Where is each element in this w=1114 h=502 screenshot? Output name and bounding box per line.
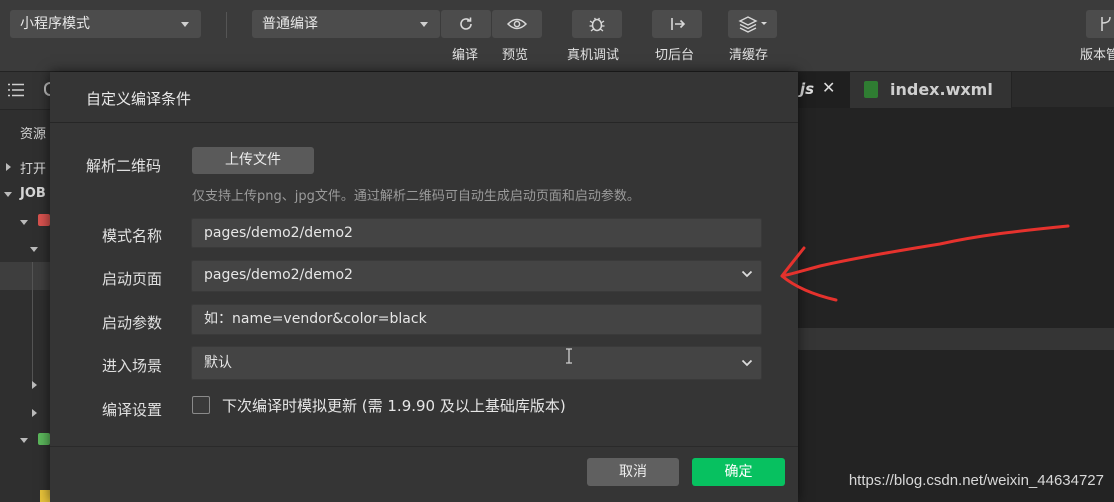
tab-wxml-label: index.wxml <box>890 80 993 99</box>
dialog-title: 自定义编译条件 <box>86 90 192 108</box>
sidebar-header <box>0 72 50 110</box>
exit-arrow-icon <box>671 18 686 30</box>
folder-icon <box>38 433 50 445</box>
start-page-label: 启动页面 <box>102 270 163 288</box>
layers-icon <box>737 16 767 33</box>
selected-tree-item[interactable] <box>0 262 50 290</box>
chevron-down-icon[interactable] <box>30 247 38 252</box>
eye-icon <box>507 18 527 30</box>
project-label[interactable]: JOB <box>20 186 46 201</box>
preview-label: 预览 <box>502 48 529 63</box>
file-explorer-sidebar: 资源 打开 JOB <box>0 72 50 502</box>
start-params-placeholder: 如：name=vendor&color=black <box>204 311 427 327</box>
upload-file-button[interactable]: 上传文件 <box>192 147 314 174</box>
mode-dropdown-label: 小程序模式 <box>20 16 90 32</box>
devtools-window: 小程序模式 普通编译 编译 预览 真机调试 切后台 清缓存 版本管 资源 打开 … <box>0 0 1114 502</box>
real-device-debug-button[interactable] <box>572 10 622 38</box>
confirm-button[interactable]: 确定 <box>692 458 785 486</box>
tab-index-wxml[interactable]: index.wxml <box>850 72 1012 108</box>
start-page-value: pages/demo2/demo2 <box>204 267 353 283</box>
chevron-down-icon <box>741 270 753 278</box>
top-toolbar: 小程序模式 普通编译 编译 预览 真机调试 切后台 清缓存 版本管 <box>0 0 1114 72</box>
tree-guide-line <box>32 262 33 382</box>
refresh-icon <box>460 17 472 30</box>
clear-cache-button[interactable] <box>728 10 777 38</box>
mode-name-value: pages/demo2/demo2 <box>204 225 353 241</box>
start-params-label: 启动参数 <box>102 314 163 332</box>
wxml-file-icon <box>864 81 878 98</box>
qr-hint: 仅支持上传png、jpg文件。通过解析二维码可自动生成启动页面和启动参数。 <box>192 189 640 204</box>
folder-icon <box>38 214 50 226</box>
chevron-right-icon[interactable] <box>32 381 37 389</box>
close-icon[interactable]: ✕ <box>822 78 835 97</box>
chevron-down-icon <box>420 22 428 27</box>
entry-scene-value: 默认 <box>204 355 232 371</box>
editor-tab-bar: js ✕ index.wxml <box>798 72 1114 108</box>
real-device-debug-label: 真机调试 <box>567 48 620 63</box>
entry-scene-select[interactable]: 默认 <box>191 346 762 380</box>
cancel-button[interactable]: 取消 <box>587 458 679 486</box>
js-file-icon <box>40 490 50 502</box>
compile-label: 编译 <box>452 48 479 63</box>
compile-settings-label: 编译设置 <box>102 401 163 419</box>
dialog-header-divider <box>50 122 798 123</box>
tab-js-label: js <box>800 80 815 98</box>
chevron-down-icon <box>741 359 753 367</box>
version-management-button[interactable] <box>1086 10 1114 38</box>
annotation-arrow-icon <box>780 224 1070 302</box>
chevron-right-icon[interactable] <box>32 409 37 417</box>
switch-background-label: 切后台 <box>655 48 695 63</box>
simulate-update-checkbox[interactable] <box>192 396 210 414</box>
version-management-label: 版本管 <box>1080 48 1114 63</box>
mode-name-label: 模式名称 <box>102 227 163 245</box>
resources-label: 资源 <box>20 127 47 142</box>
preview-button[interactable] <box>492 10 542 38</box>
toolbar-divider <box>226 12 227 38</box>
switch-background-button[interactable] <box>652 10 702 38</box>
compile-mode-dropdown[interactable]: 普通编译 <box>252 10 440 38</box>
custom-compile-dialog: 自定义编译条件 解析二维码 上传文件 仅支持上传png、jpg文件。通过解析二维… <box>50 72 798 502</box>
chevron-down-icon <box>181 22 189 27</box>
start-page-select[interactable]: pages/demo2/demo2 <box>191 260 762 292</box>
entry-scene-label: 进入场景 <box>102 357 163 375</box>
text-cursor-icon <box>566 348 572 364</box>
branch-icon <box>1101 16 1111 31</box>
start-params-input[interactable]: 如：name=vendor&color=black <box>191 304 762 335</box>
open-editors-label[interactable]: 打开 <box>20 158 46 177</box>
chevron-down-icon[interactable] <box>20 220 28 225</box>
menu-icon[interactable] <box>8 83 24 97</box>
compile-mode-label: 普通编译 <box>262 16 318 32</box>
current-line-highlight <box>798 328 1114 350</box>
tab-active-js[interactable]: js ✕ <box>798 72 850 108</box>
mode-dropdown[interactable]: 小程序模式 <box>10 10 201 38</box>
clear-cache-label: 清缓存 <box>729 48 769 63</box>
qr-label: 解析二维码 <box>86 157 162 175</box>
chevron-down-icon[interactable] <box>4 192 12 197</box>
dialog-footer-divider <box>50 446 798 447</box>
watermark-url: https://blog.csdn.net/weixin_44634727 <box>848 472 1104 489</box>
bug-icon <box>589 17 605 32</box>
chevron-down-icon[interactable] <box>20 438 28 443</box>
simulate-update-label[interactable]: 下次编译时模拟更新 (需 1.9.90 及以上基础库版本) <box>222 395 566 416</box>
chevron-right-icon[interactable] <box>6 163 11 171</box>
compile-button[interactable] <box>441 10 491 38</box>
mode-name-input[interactable]: pages/demo2/demo2 <box>191 218 762 248</box>
